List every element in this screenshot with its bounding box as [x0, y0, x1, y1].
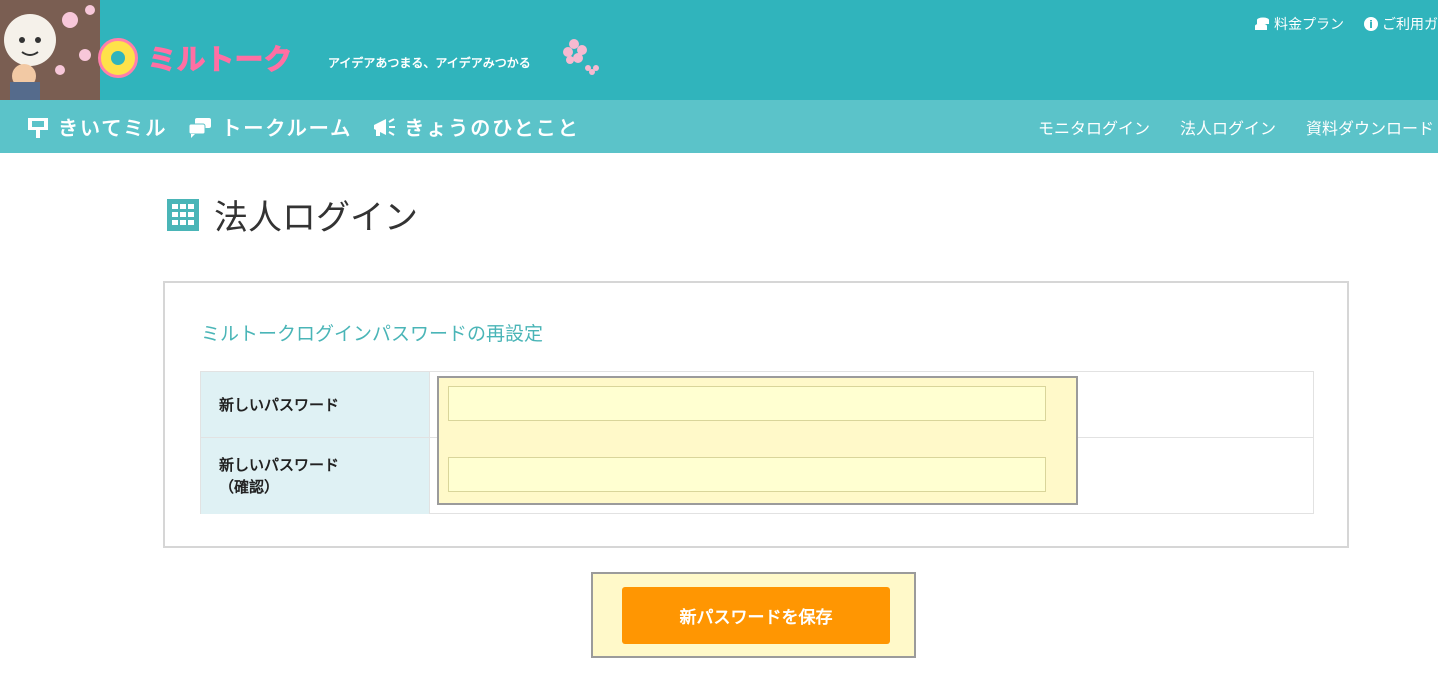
info-icon: i	[1364, 17, 1378, 31]
nav-item-kiitemiru-label: きいてミル	[58, 116, 168, 140]
new-password-label: 新しいパスワード	[201, 372, 430, 437]
page-title-text: 法人ログイン	[214, 198, 418, 238]
nav-link-corporate-login[interactable]: 法人ログイン	[1180, 115, 1276, 139]
save-new-password-button[interactable]: 新パスワードを保存	[622, 587, 890, 644]
top-link-pricing-label: 料金プラン	[1274, 17, 1344, 33]
nav-link-monitor-login[interactable]: モニタログイン	[1038, 115, 1150, 139]
nav-item-hitokoto[interactable]: きょうのひとこと	[372, 112, 579, 141]
nav-right-group: モニタログイン 法人ログイン 資料ダウンロード	[1038, 100, 1434, 153]
confirm-password-label-line2: （確認）	[219, 478, 280, 496]
site-header: ミルトーク アイデアあつまる、アイデアみつかる 料金プラン i ご利用ガ	[0, 0, 1438, 100]
signboard-icon	[28, 117, 48, 138]
sakura-flower-icon	[563, 39, 599, 75]
logo-text: ミルトーク	[147, 42, 294, 77]
nav-item-talkroom-label: トークルーム	[221, 116, 353, 140]
nav-item-hitokoto-label: きょうのひとこと	[404, 116, 580, 140]
top-link-guide-label: ご利用ガ	[1382, 17, 1438, 33]
nav-left-group: きいてミル トークルーム きょうのひとこと	[26, 100, 580, 153]
nav-link-document-download[interactable]: 資料ダウンロード	[1306, 115, 1434, 139]
site-logo[interactable]: ミルトーク	[98, 36, 303, 80]
top-link-guide[interactable]: i ご利用ガ	[1364, 14, 1438, 34]
site-tagline: アイデアあつまる、アイデアみつかる	[328, 56, 531, 70]
confirm-password-label-line1: 新しいパスワード	[219, 456, 340, 474]
main-nav: きいてミル トークルーム きょうのひとこと モニタログイン 法人ログイン 資料ダ…	[0, 100, 1438, 153]
logo-q-icon	[98, 38, 138, 78]
new-password-label-text: 新しいパスワード	[219, 395, 340, 414]
building-icon	[167, 198, 199, 231]
mascot-illustration	[0, 0, 100, 100]
nav-item-kiitemiru[interactable]: きいてミル	[26, 112, 167, 141]
confirm-password-input[interactable]	[448, 457, 1046, 492]
top-links: 料金プラン i ご利用ガ	[1254, 14, 1438, 34]
page-title: 法人ログイン	[166, 190, 418, 239]
nav-item-talkroom[interactable]: トークルーム	[187, 112, 352, 141]
chat-bubbles-icon	[188, 117, 212, 138]
megaphone-icon	[374, 117, 396, 136]
top-link-pricing[interactable]: 料金プラン	[1254, 14, 1344, 34]
confirm-password-label: 新しいパスワード （確認）	[201, 438, 430, 514]
new-password-input[interactable]	[448, 386, 1046, 421]
coins-icon	[1255, 17, 1269, 30]
panel-heading: ミルトークログインパスワードの再設定	[201, 323, 544, 345]
